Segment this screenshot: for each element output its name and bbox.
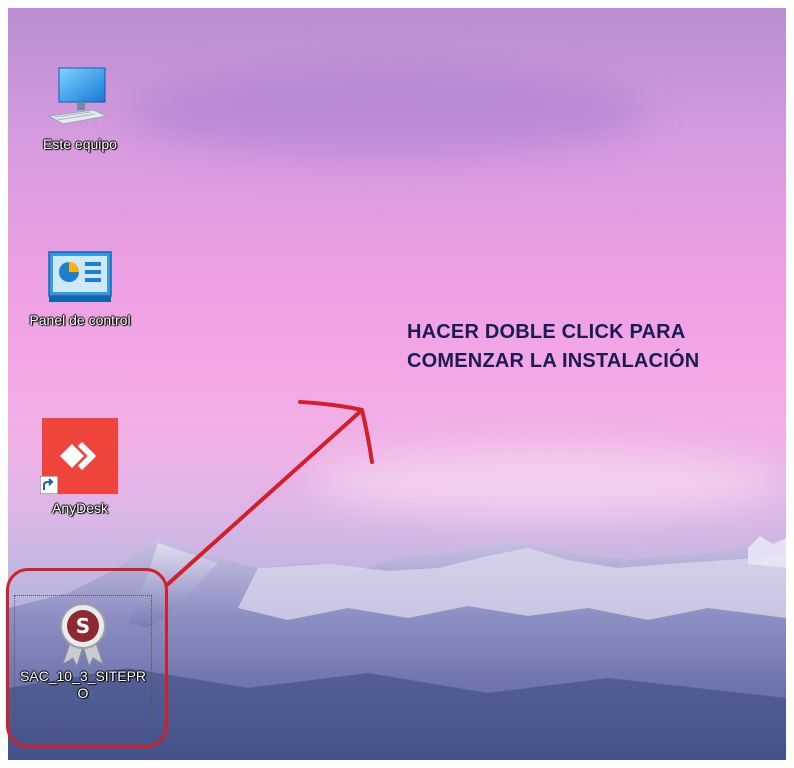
highlight-rounded-rectangle [6,568,168,748]
shortcut-arrow-icon [40,476,58,494]
desktop-icon-anydesk[interactable]: AnyDesk [15,418,145,517]
desktop-icon-este-equipo[interactable]: Este equipo [15,66,145,153]
control-panel-icon [48,251,112,302]
desktop-icon-label: Panel de control [29,312,131,328]
instruction-line-2: COMENZAR LA INSTALACIÓN [407,350,700,372]
instruction-line-1: HACER DOBLE CLICK PARA [407,321,686,343]
desktop-icon-label: Este equipo [43,136,117,152]
desktop-icon-panel-de-control[interactable]: Panel de control [15,248,145,329]
desktop-icon-label: AnyDesk [51,500,109,516]
instruction-text: HACER DOBLE CLICK PARA COMENZAR LA INSTA… [407,318,699,376]
computer-icon [47,67,109,125]
